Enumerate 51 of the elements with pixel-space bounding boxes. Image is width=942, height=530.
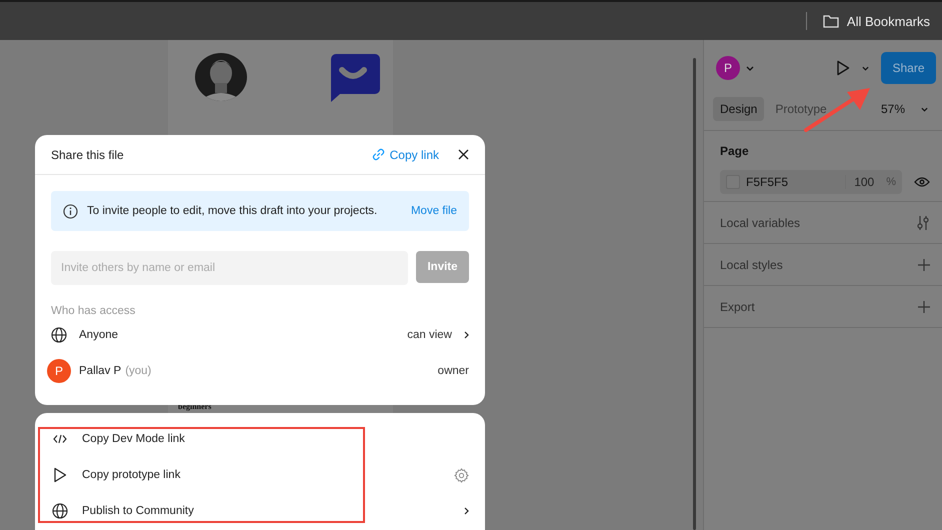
access-name: Pallav P bbox=[79, 365, 122, 377]
caret-icon[interactable] bbox=[746, 66, 754, 70]
plus-icon[interactable] bbox=[918, 300, 930, 312]
play-icon bbox=[52, 467, 68, 483]
caret-icon[interactable] bbox=[862, 66, 869, 70]
access-name: Anyone bbox=[79, 329, 118, 341]
you-note: (you) bbox=[125, 365, 152, 377]
menu-item[interactable]: Copy Dev Mode link bbox=[35, 421, 485, 457]
play-icon[interactable] bbox=[836, 60, 850, 76]
link-icon[interactable] bbox=[372, 148, 385, 161]
menu-item[interactable]: Copy prototype link bbox=[35, 457, 485, 493]
user-avatar: P bbox=[47, 359, 71, 383]
role-label: owner bbox=[438, 365, 469, 377]
menu-item[interactable]: Publish to Community bbox=[35, 493, 485, 529]
section-title[interactable]: Local styles bbox=[720, 258, 783, 272]
menu-item-label: Copy Dev Mode link bbox=[82, 433, 185, 445]
color-hex: F5F5F5 bbox=[746, 175, 790, 189]
user-avatar[interactable]: P bbox=[716, 56, 740, 80]
close-icon[interactable] bbox=[458, 149, 469, 160]
canvas-caption: beginners bbox=[178, 402, 212, 411]
zoom-level[interactable]: 57% bbox=[880, 102, 905, 116]
chevron-icon[interactable] bbox=[464, 507, 469, 515]
menu-item-label: Copy prototype link bbox=[82, 469, 180, 481]
plus-icon[interactable] bbox=[918, 258, 930, 270]
percent-sign: % bbox=[886, 176, 896, 188]
section-title[interactable]: Local variables bbox=[720, 216, 800, 230]
share-button[interactable]: Share bbox=[881, 52, 936, 84]
dialog-title: Share this file bbox=[51, 148, 124, 162]
bookmarks-label[interactable]: All Bookmarks bbox=[846, 14, 930, 28]
opacity-value: 100 bbox=[845, 175, 874, 189]
folder-icon bbox=[822, 14, 839, 28]
section-title: Page bbox=[720, 144, 750, 158]
move-file-link[interactable]: Move file bbox=[410, 205, 457, 217]
globe-icon bbox=[51, 327, 67, 343]
eye-icon[interactable] bbox=[914, 177, 930, 187]
sliders-icon[interactable] bbox=[916, 214, 930, 230]
menu-item-label: Publish to Community bbox=[82, 505, 194, 517]
info-icon bbox=[63, 204, 78, 218]
chevron-icon[interactable] bbox=[464, 331, 469, 339]
globe-icon bbox=[52, 503, 68, 519]
panel-tab[interactable]: Prototype bbox=[768, 97, 834, 121]
access-heading: Who has access bbox=[51, 305, 136, 317]
section-title[interactable]: Export bbox=[720, 300, 755, 314]
code-icon bbox=[52, 434, 68, 444]
copy-link-button[interactable]: Copy link bbox=[390, 148, 439, 162]
settings-icon[interactable] bbox=[454, 468, 469, 482]
permission-dropdown[interactable]: can view bbox=[407, 329, 452, 341]
color-field[interactable]: F5F5F5 100 % bbox=[720, 170, 902, 194]
notice-text: To invite people to edit, move this draft into your projects. bbox=[87, 205, 378, 217]
panel-tab[interactable]: Design bbox=[713, 97, 764, 121]
caret-icon[interactable] bbox=[921, 106, 928, 112]
